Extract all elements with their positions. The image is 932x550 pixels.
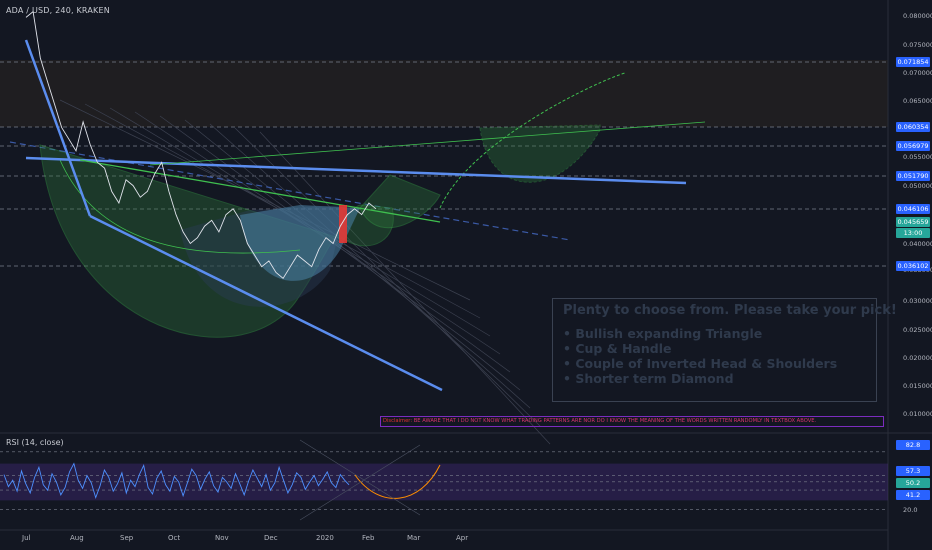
annotation-item: Couple of Inverted Head & Shoulders	[563, 356, 866, 371]
rsi-axis-label: 57.3	[896, 466, 930, 476]
annotation-list: Bullish expanding Triangle Cup & Handle …	[563, 326, 866, 386]
annotation-heading: Plenty to choose from. Please take your …	[563, 303, 897, 318]
price-tick-label: 0.025000	[903, 326, 932, 334]
annotation-item: Bullish expanding Triangle	[563, 326, 866, 341]
price-axis-label: 0.051790	[896, 171, 930, 181]
annotation-item: Cup & Handle	[563, 341, 866, 356]
price-axis-label: 0.046106	[896, 204, 930, 214]
disclaimer-label: Disclaimer:	[383, 418, 413, 424]
x-tick-label: Aug	[70, 534, 84, 542]
x-tick-label: Feb	[362, 534, 375, 542]
price-axis-label: 0.056979	[896, 141, 930, 151]
price-axis-label: 0.036102	[896, 261, 930, 271]
price-tick-label: 0.040000	[903, 240, 932, 248]
price-axis-label: 0.060354	[896, 122, 930, 132]
price-tick-label: 0.015000	[903, 382, 932, 390]
chart-root: ADA / USD, 240, KRAKEN RSI (14, close) P…	[0, 0, 932, 550]
price-tick-label: 0.010000	[903, 410, 932, 418]
x-tick-label: Sep	[120, 534, 134, 542]
rsi-axis-label: 41.2	[896, 490, 930, 500]
rsi-axis-label: 82.8	[896, 440, 930, 450]
price-tick-label: 0.070000	[903, 69, 932, 77]
x-tick-label: Mar	[407, 534, 421, 542]
price-axis-label: 0.045659	[896, 217, 930, 227]
disclaimer-text: BE AWARE THAT I DO NOT KNOW WHAT TRADING…	[412, 418, 817, 424]
price-tick-label: 0.020000	[903, 354, 932, 362]
x-tick-label: Dec	[264, 534, 278, 542]
price-tick-label: 0.050000	[903, 182, 932, 190]
rsi-tick-label: 20.0	[903, 506, 918, 514]
price-tick-label: 0.080000	[903, 12, 932, 20]
symbol-title: ADA / USD, 240, KRAKEN	[6, 6, 110, 15]
x-tick-label: Apr	[456, 534, 469, 542]
x-tick-label: Jul	[22, 534, 31, 542]
price-tick-label: 0.075000	[903, 41, 932, 49]
disclaimer-textbox[interactable]: Disclaimer: BE AWARE THAT I DO NOT KNOW …	[380, 416, 884, 427]
price-tick-label: 0.055000	[903, 153, 932, 161]
price-tick-label: 0.030000	[903, 297, 932, 305]
price-tick-label: 0.065000	[903, 97, 932, 105]
annotation-textbox[interactable]: Plenty to choose from. Please take your …	[552, 298, 897, 402]
chart-canvas[interactable]	[0, 0, 932, 550]
x-tick-label: Nov	[215, 534, 229, 542]
x-tick-label: 2020	[316, 534, 334, 542]
annotation-item: Shorter term Diamond	[563, 371, 866, 386]
rsi-axis-label: 50.2	[896, 478, 930, 488]
x-tick-label: Oct	[168, 534, 181, 542]
rsi-title: RSI (14, close)	[6, 438, 64, 447]
resistance-zone	[0, 60, 888, 127]
price-axis-label: 0.071854	[896, 57, 930, 67]
red-candle-zone	[339, 205, 347, 243]
price-axis-label: 13:00	[896, 228, 930, 238]
